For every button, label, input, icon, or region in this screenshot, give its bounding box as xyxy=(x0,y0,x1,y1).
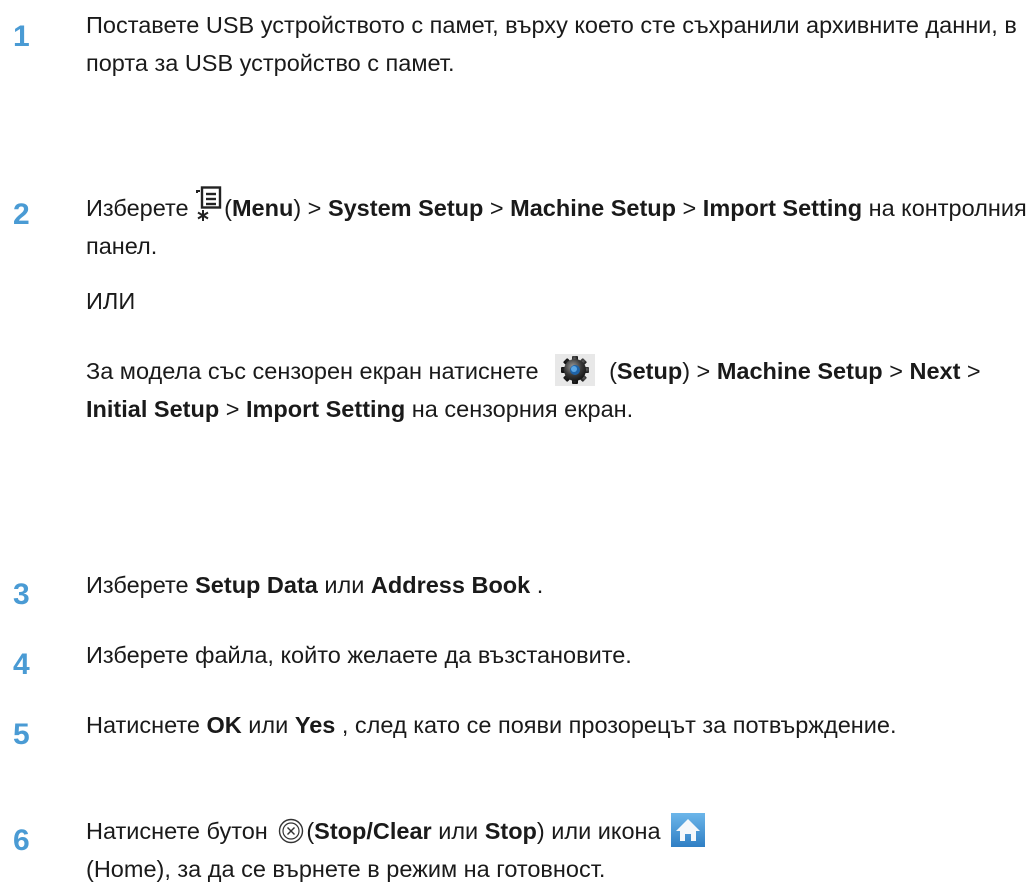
machine-setup-label: Machine Setup xyxy=(510,195,676,221)
home-icon xyxy=(671,813,706,847)
step-number: 6 xyxy=(13,824,30,857)
step-text: Натиснете OK или Yes , след като се появ… xyxy=(86,712,897,738)
setup-label: Setup xyxy=(616,358,683,384)
stop-label: Stop xyxy=(484,818,537,844)
machine-setup-label: Machine Setup xyxy=(716,358,883,384)
step-text: Изберете (Menu) > System Setup > Machine… xyxy=(86,186,1031,265)
step-text: Натиснете бутон (Stop/Clear или Stop) ил… xyxy=(86,812,1031,888)
step-text: Изберете Setup Data или Address Book . xyxy=(86,572,544,598)
next-label: Next xyxy=(909,358,961,384)
step-number: 5 xyxy=(13,718,30,751)
step-lead: Изберете xyxy=(86,195,196,221)
step-text: Изберете файла, който желаете да възстан… xyxy=(86,642,632,668)
import-setting-label: Import Setting xyxy=(245,396,406,422)
import-setting-label: Import Setting xyxy=(702,195,863,221)
setup-data-label: Setup Data xyxy=(195,572,318,598)
touch-alternative: За модела със сензорен екран натиснете (… xyxy=(86,352,1031,428)
step-number: 4 xyxy=(13,648,30,681)
stop-clear-label: Stop/Clear xyxy=(314,818,432,844)
step-number: 1 xyxy=(13,20,30,53)
gear-icon xyxy=(555,354,596,386)
step-text: Поставете USB устройството с памет, върх… xyxy=(86,12,1017,76)
system-setup-label: System Setup xyxy=(327,195,484,221)
ok-label: OK xyxy=(206,712,242,738)
menu-icon xyxy=(196,186,222,221)
touch-tail: на сензорния екран. xyxy=(405,396,634,422)
initial-setup-label: Initial Setup xyxy=(86,396,220,422)
or-text: ИЛИ xyxy=(86,288,136,314)
touch-lead: За модела със сензорен екран натиснете xyxy=(86,358,546,384)
menu-label: Menu xyxy=(231,195,294,221)
stop-clear-icon xyxy=(279,818,304,844)
home-label: (Home) xyxy=(86,856,165,882)
step-number: 3 xyxy=(13,578,30,611)
yes-label: Yes xyxy=(294,712,336,738)
step-number: 2 xyxy=(13,198,30,231)
address-book-label: Address Book xyxy=(370,572,531,598)
